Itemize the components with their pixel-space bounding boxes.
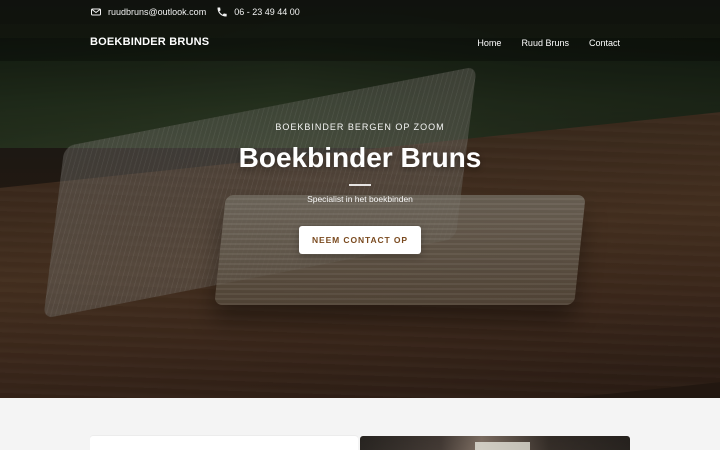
contact-cta-button[interactable]: NEEM CONTACT OP <box>299 226 421 254</box>
nav-home[interactable]: Home <box>477 38 501 48</box>
top-email-item[interactable]: ruudbruns@outlook.com <box>90 0 206 24</box>
content-image-card <box>360 436 630 450</box>
page: ruudbruns@outlook.com 06 - 23 49 44 00 B… <box>0 0 720 450</box>
hero-divider <box>349 184 371 186</box>
hero-section: ruudbruns@outlook.com 06 - 23 49 44 00 B… <box>0 0 720 398</box>
hero-title: Boekbinder Bruns <box>238 142 482 173</box>
top-contact-bar-inner: ruudbruns@outlook.com 06 - 23 49 44 00 <box>90 0 300 24</box>
envelope-icon <box>90 6 102 18</box>
nav-contact[interactable]: Contact <box>589 38 620 48</box>
top-phone-item[interactable]: 06 - 23 49 44 00 <box>216 0 300 24</box>
hero-subtitle: Specialist in het boekbinden <box>307 194 413 204</box>
nav-ruud-bruns[interactable]: Ruud Bruns <box>521 38 569 48</box>
content-card-left <box>90 436 358 450</box>
email-text[interactable]: ruudbruns@outlook.com <box>108 0 206 24</box>
phone-icon <box>216 6 228 18</box>
nav-links: Home Ruud Bruns Contact <box>477 24 620 61</box>
phone-text[interactable]: 06 - 23 49 44 00 <box>234 0 300 24</box>
top-contact-bar: ruudbruns@outlook.com 06 - 23 49 44 00 <box>0 0 720 24</box>
brand-logo-text[interactable]: BOEKBINDER BRUNS <box>90 24 209 61</box>
hero-content: BOEKBINDER BERGEN OP ZOOM Boekbinder Bru… <box>0 122 720 254</box>
navbar: BOEKBINDER BRUNS Home Ruud Bruns Contact <box>0 24 720 61</box>
hero-eyebrow: BOEKBINDER BERGEN OP ZOOM <box>275 122 445 132</box>
content-image-window <box>475 442 530 450</box>
